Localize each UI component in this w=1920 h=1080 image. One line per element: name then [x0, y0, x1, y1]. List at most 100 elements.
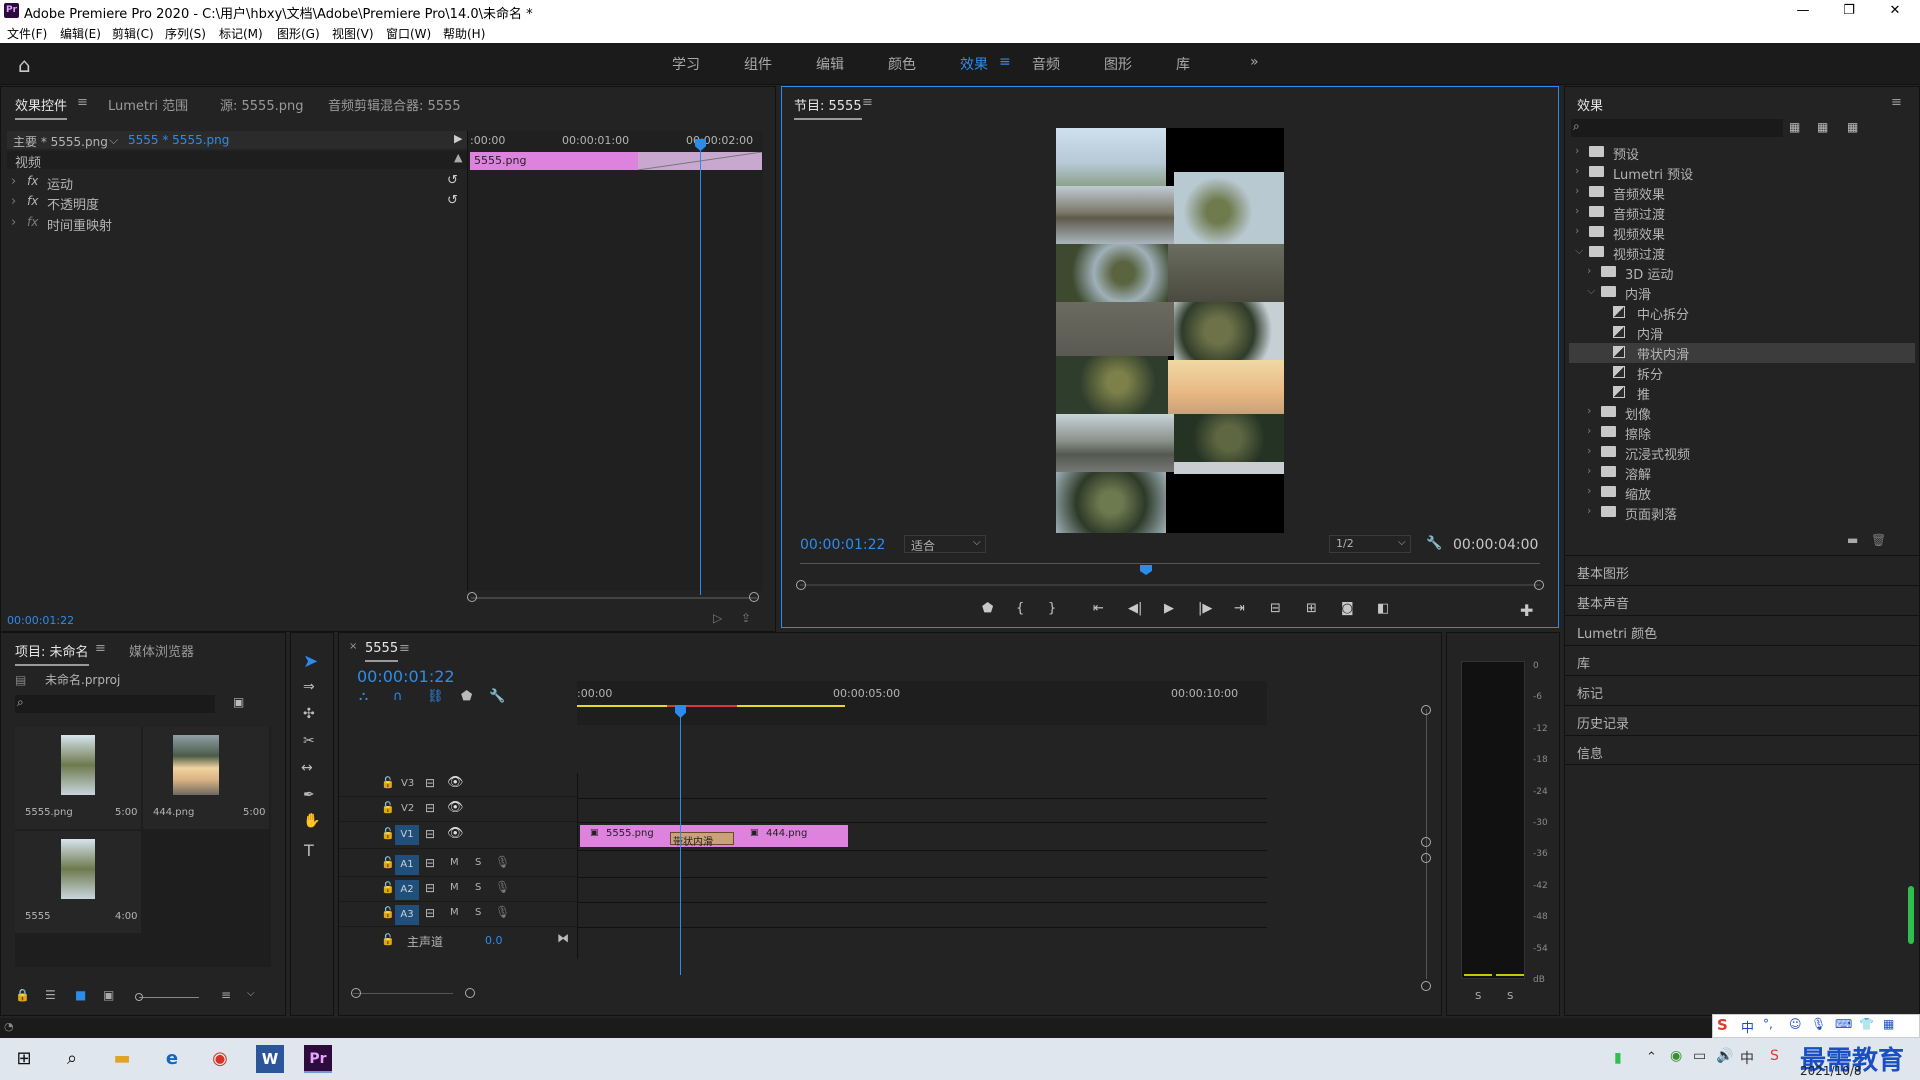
panel-info[interactable]: 信息	[1565, 735, 1920, 765]
effects-tree-item[interactable]: 推	[1569, 383, 1915, 403]
edge-browser-icon[interactable]: e	[152, 1042, 192, 1076]
panel-menu-icon[interactable]: ≡	[95, 641, 106, 656]
export-icon[interactable]: ⇪	[741, 611, 751, 625]
panel-history[interactable]: 历史记录	[1565, 705, 1920, 735]
chevron-right-icon[interactable]: ›	[1587, 444, 1591, 457]
add-button-icon[interactable]: ✚	[1520, 601, 1533, 620]
voice-icon[interactable]: 🎙	[1811, 1017, 1826, 1031]
ec-playhead[interactable]	[700, 145, 701, 595]
workspace-learn[interactable]: 学习	[672, 54, 700, 74]
workspace-editing[interactable]: 编辑	[816, 54, 844, 74]
lock-icon[interactable]: 🔓	[381, 776, 395, 789]
minimize-button[interactable]: —	[1780, 0, 1826, 22]
effects-tree-item[interactable]: 内滑	[1569, 323, 1915, 343]
panel-menu-icon[interactable]: ≡	[1891, 95, 1902, 110]
track-target-a3[interactable]: A3	[395, 905, 419, 925]
zoom-slider-handle[interactable]	[135, 993, 143, 1001]
list-view-icon[interactable]: ☰	[45, 988, 56, 1002]
network-icon[interactable]: ▭	[1693, 1048, 1706, 1064]
compare-view-icon[interactable]: ◧	[1377, 601, 1389, 616]
effects-tree-item[interactable]: › 沉浸式视频	[1569, 443, 1915, 463]
play-audio-icon[interactable]: ▷	[713, 611, 722, 625]
lock-icon[interactable]: 🔓	[381, 827, 395, 840]
32bit-effects-icon[interactable]: ▦	[1817, 120, 1828, 134]
word-icon[interactable]: W	[256, 1045, 284, 1073]
effects-tree-item[interactable]: › 擦除	[1569, 423, 1915, 443]
timeline-zoom-bar[interactable]	[353, 993, 453, 994]
home-icon[interactable]: ⌂	[18, 53, 31, 77]
jump-icon[interactable]: ⧓	[557, 931, 569, 945]
ec-zoom-bar[interactable]	[471, 597, 757, 599]
lock-icon[interactable]: 🔓	[381, 881, 395, 894]
new-bin-icon[interactable]: ▬	[1847, 533, 1858, 547]
workspace-assembly[interactable]: 组件	[744, 54, 772, 74]
menu-help[interactable]: 帮助(H)	[443, 25, 485, 42]
accelerated-effects-icon[interactable]: ▦	[1789, 120, 1800, 134]
reset-icon[interactable]: ↺	[447, 193, 458, 208]
type-tool-icon[interactable]: T	[304, 841, 314, 860]
sync-lock-icon[interactable]: ⊟	[425, 827, 435, 841]
mic-icon[interactable]: 🎙	[495, 905, 510, 919]
fx-badge[interactable]: fx	[27, 174, 38, 188]
wrench-icon[interactable]: 🔧	[1426, 536, 1442, 551]
linked-selection-icon[interactable]: ⛓	[427, 689, 444, 704]
go-to-in-icon[interactable]: ⇤	[1093, 601, 1104, 616]
ec-zoom-handle-left[interactable]	[467, 592, 477, 602]
step-back-icon[interactable]: ◀|	[1128, 601, 1142, 616]
lock-icon[interactable]: 🔓	[381, 856, 395, 869]
ec-playhead-handle[interactable]	[695, 139, 706, 151]
sync-lock-icon[interactable]: ⊟	[425, 776, 435, 790]
sort-icon[interactable]: ≡	[221, 988, 231, 1002]
eye-icon[interactable]: 👁	[447, 826, 464, 841]
workspace-libraries[interactable]: 库	[1176, 54, 1190, 74]
chevron-right-icon[interactable]: ›	[1587, 404, 1591, 417]
lift-icon[interactable]: ⊟	[1270, 601, 1281, 616]
vscroll-handle[interactable]	[1421, 837, 1431, 847]
project-search-input[interactable]: ⌕	[15, 695, 215, 713]
effects-tree-item[interactable]: › 溶解	[1569, 463, 1915, 483]
razor-tool-icon[interactable]: ✂	[303, 733, 315, 749]
chevron-right-icon[interactable]: ›	[1587, 424, 1591, 437]
master-volume-value[interactable]: 0.0	[485, 934, 503, 947]
mute-button[interactable]: M	[450, 907, 459, 918]
vscroll-handle[interactable]	[1421, 705, 1431, 715]
sogou-logo-icon[interactable]: S	[1717, 1016, 1728, 1034]
add-marker-icon[interactable]: ⬟	[982, 601, 993, 616]
ec-timecode[interactable]: 00:00:01:22	[7, 614, 74, 627]
resolution-dropdown[interactable]: 1/2 ⌵	[1329, 535, 1411, 553]
mute-button[interactable]: M	[450, 882, 459, 893]
pen-tool-icon[interactable]: ✒	[303, 787, 315, 803]
windows-start-icon[interactable]: ⊞	[4, 1042, 44, 1076]
slip-tool-icon[interactable]: ↔	[301, 760, 313, 776]
eye-icon[interactable]: 👁	[447, 775, 464, 790]
file-explorer-icon[interactable]: ▬	[102, 1042, 142, 1076]
fit-dropdown[interactable]: 适合 ⌵	[904, 535, 986, 553]
solo-button[interactable]: S	[475, 882, 481, 893]
sync-lock-icon[interactable]: ⊟	[425, 906, 435, 920]
disclosure-icon[interactable]: ›	[11, 194, 16, 209]
yuv-effects-icon[interactable]: ▦	[1847, 120, 1858, 134]
chevron-down-icon[interactable]: ⌵	[1587, 284, 1595, 298]
effects-tree-item[interactable]: › 音频效果	[1569, 183, 1915, 203]
effect-row-opacity[interactable]: › fx 不透明度 ↺	[7, 193, 467, 213]
chevron-right-icon[interactable]: ›	[1575, 204, 1579, 217]
track-target-a1[interactable]: A1	[395, 855, 419, 875]
emoji-icon[interactable]: ☺	[1789, 1017, 1802, 1031]
workspace-audio[interactable]: 音频	[1032, 54, 1060, 74]
lock-icon[interactable]: 🔒	[15, 988, 30, 1002]
freeform-view-icon[interactable]: ▣	[103, 988, 114, 1002]
effects-tree-item[interactable]: 带状内滑	[1569, 343, 1915, 363]
chevron-right-icon[interactable]: ›	[1587, 504, 1591, 517]
vscroll-handle[interactable]	[1421, 981, 1431, 991]
reset-icon[interactable]: ↺	[447, 173, 458, 188]
chrome-icon[interactable]: ◉	[200, 1042, 240, 1076]
program-zoom-handle-left[interactable]	[796, 580, 806, 590]
panel-essential-sound[interactable]: 基本声音	[1565, 585, 1920, 615]
maximize-button[interactable]: ❐	[1826, 0, 1872, 22]
expand-arrow-icon[interactable]: ▶	[454, 132, 462, 145]
lock-icon[interactable]: 🔓	[381, 906, 395, 919]
timeline-zoom-handle-right[interactable]	[465, 988, 475, 998]
step-forward-icon[interactable]: |▶	[1198, 601, 1212, 616]
program-mini-ruler[interactable]	[800, 563, 1540, 564]
sync-lock-icon[interactable]: ⊟	[425, 881, 435, 895]
